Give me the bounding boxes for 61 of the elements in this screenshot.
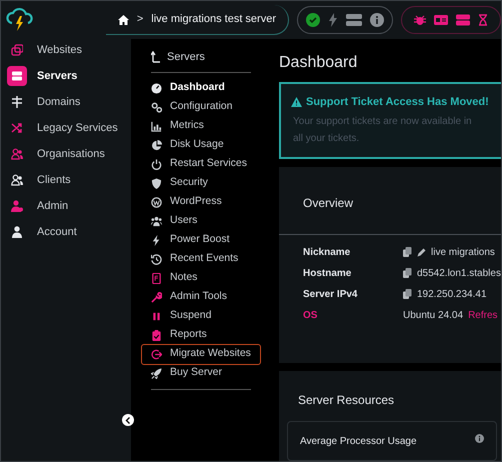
server-icon[interactable] — [346, 13, 362, 27]
subnav-item[interactable]: Admin Tools — [151, 288, 251, 306]
sidebar-item[interactable]: Domains — [7, 92, 131, 112]
subnav-item[interactable]: Reports — [151, 326, 251, 344]
subnav-item[interactable]: Security — [151, 174, 251, 192]
subnav-item[interactable]: WordPress — [151, 192, 251, 212]
alert-title: Support Ticket Access Has Moved! — [306, 94, 489, 110]
resources-title: Server Resources — [297, 392, 396, 409]
alert-text: Your support tickets are now available in — [293, 115, 473, 130]
info-icon[interactable] — [370, 13, 384, 27]
up-arrow-icon[interactable] — [151, 51, 161, 64]
field-value: 192.250.234.41 — [417, 288, 487, 302]
id-card-icon[interactable] — [434, 14, 448, 26]
subnav-item[interactable]: Dashboard — [151, 78, 251, 98]
check-circle-icon[interactable] — [306, 13, 320, 27]
sidebar-item[interactable]: Organisations — [7, 144, 131, 164]
home-icon[interactable] — [118, 14, 129, 24]
subnav-item[interactable]: Power Boost — [151, 230, 251, 250]
resource-card-title: Average Processor Usage — [300, 435, 417, 449]
field-label: Server IPv4 — [303, 288, 358, 302]
cloud-bolt-logo[interactable] — [5, 7, 35, 33]
info-icon[interactable] — [475, 434, 484, 443]
page-title: Dashboard — [279, 53, 358, 73]
field-value: d5542.lon1.stables — [417, 266, 501, 281]
warning-icon — [291, 96, 302, 107]
pencil-icon[interactable] — [417, 248, 426, 257]
subnav-item[interactable]: Recent Events — [151, 250, 251, 268]
field-value: live migrations — [431, 246, 495, 260]
copy-icon[interactable] — [403, 289, 412, 300]
subnav-item[interactable]: Restart Services — [151, 154, 251, 174]
sidebar-item[interactable]: Legacy Services — [7, 118, 131, 138]
subnav-item[interactable]: Buy Server — [151, 364, 251, 382]
alert-text: all your tickets. — [293, 132, 360, 146]
breadcrumb-separator: > — [136, 12, 144, 28]
bug-icon[interactable] — [414, 14, 426, 26]
copy-icon[interactable] — [403, 268, 412, 278]
copy-icon[interactable] — [403, 247, 412, 258]
hourglass-icon[interactable] — [478, 14, 488, 26]
subnav-item[interactable]: Suspend — [151, 306, 251, 326]
breadcrumb-current[interactable]: live migrations test server — [151, 11, 276, 28]
refresh-link[interactable]: Refres — [468, 308, 498, 323]
field-value: Ubuntu 24.04 — [403, 308, 464, 323]
sidebar-item[interactable]: Admin — [7, 196, 131, 216]
back-link[interactable]: Servers — [167, 49, 205, 66]
subnav-item[interactable]: Metrics — [151, 116, 251, 136]
sidebar-item[interactable]: Websites — [7, 40, 131, 60]
bolt-icon[interactable] — [328, 13, 338, 27]
subnav-item[interactable]: Migrate Websites — [141, 344, 261, 364]
subnav-item[interactable]: Disk Usage — [151, 136, 251, 154]
chevron-left-icon — [125, 416, 131, 424]
field-label: OS — [303, 308, 318, 323]
subnav-item[interactable]: Users — [151, 212, 251, 230]
field-label: Nickname — [303, 246, 352, 260]
server-icon[interactable] — [456, 14, 470, 26]
subnav-item[interactable]: Notes — [151, 268, 251, 288]
sidebar-item[interactable]: Servers — [7, 66, 131, 86]
sidebar-item[interactable]: Clients — [7, 170, 131, 190]
field-label: Hostname — [303, 266, 352, 281]
subnav-item[interactable]: Configuration — [151, 98, 251, 116]
sidebar-item[interactable]: Account — [7, 222, 131, 242]
overview-title: Overview — [279, 166, 501, 235]
